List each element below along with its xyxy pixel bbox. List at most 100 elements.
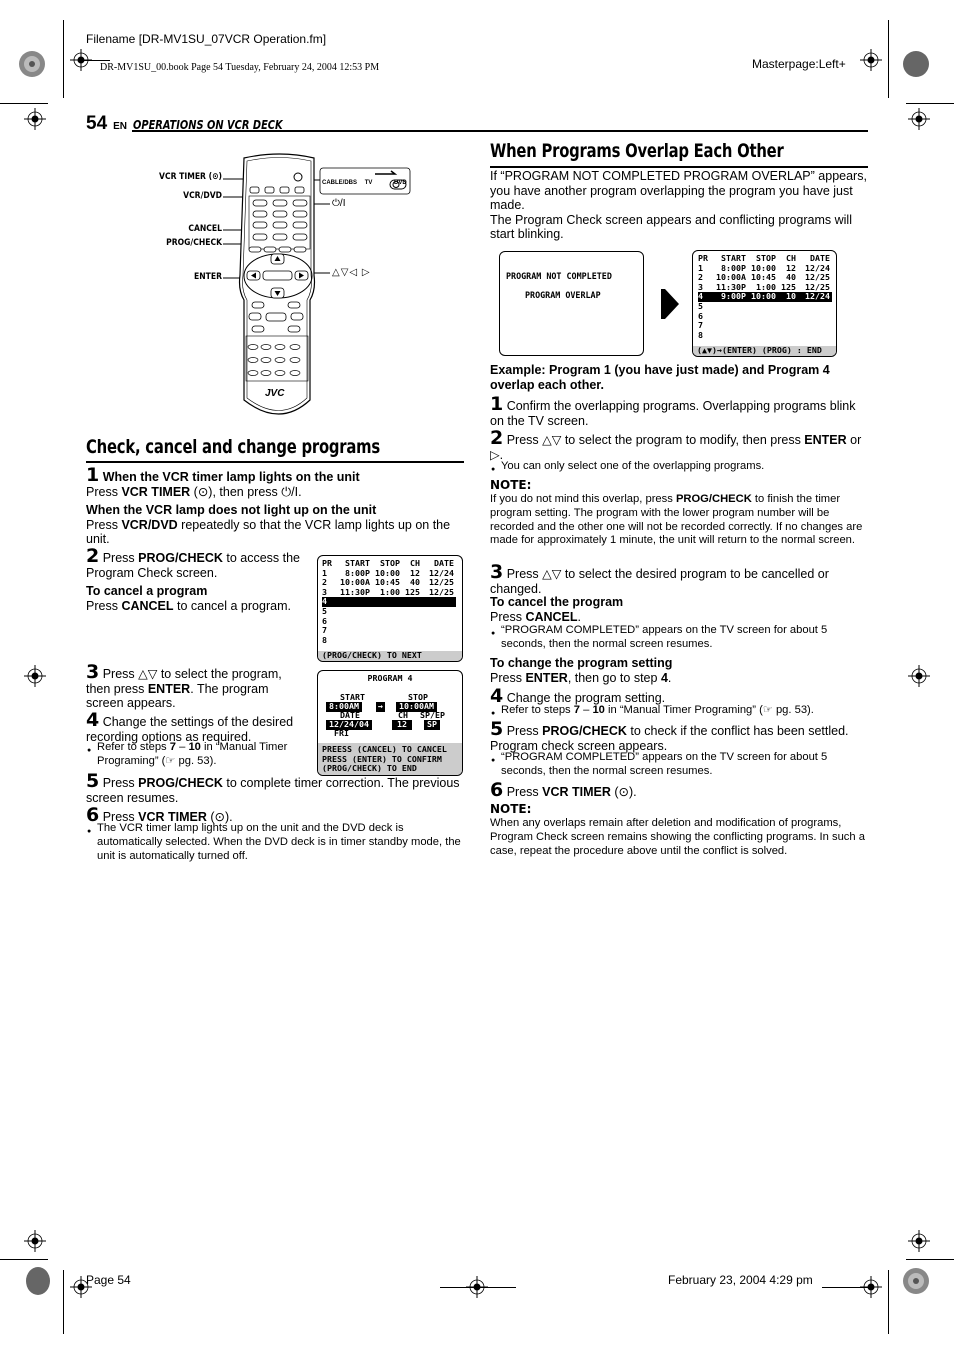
callout-vcr-timer: VCR TIMER (⊙)	[159, 172, 222, 182]
step-number: 4	[86, 709, 100, 731]
crop-mark	[906, 103, 954, 104]
step-number: 5	[86, 770, 100, 792]
right-step-3: 3 Press △▽ to select the desired program…	[490, 561, 829, 596]
jvc-logo: JVC	[265, 388, 285, 399]
table-row: 5	[698, 300, 703, 311]
step-number: 1	[86, 464, 100, 486]
step-number: 6	[490, 779, 504, 801]
table-row: 7	[322, 625, 327, 636]
overlap-line-2: PROGRAM OVERLAP	[525, 289, 601, 300]
right-step-2-bullet: You can only select one of the overlappi…	[491, 460, 869, 477]
step-number: 3	[86, 661, 100, 683]
right-step-4-bullet: Refer to steps 7 – 10 in “Manual Timer P…	[491, 704, 869, 721]
section-rule	[86, 461, 464, 463]
crop-mark	[0, 103, 48, 104]
crop-mark	[888, 20, 889, 98]
left-step-1: 1 When the VCR timer lamp lights on the …	[86, 464, 464, 547]
gray-registration-icon	[903, 51, 929, 77]
overlap-intro: If “PROGRAM NOT COMPLETED PROGRAM OVERLA…	[490, 169, 867, 242]
color-registration-icon	[903, 1268, 929, 1294]
table-row: 4 9:00P 10:00 10 12/24	[698, 291, 832, 302]
filename-label: Filename [DR-MV1SU_07VCR Operation.fm]	[86, 32, 327, 46]
book-info-line: DR-MV1SU_00.book Page 54 Tuesday, Februa…	[100, 62, 380, 73]
screen-footer: (PROG/CHECK) TO NEXT	[318, 651, 462, 661]
example-text: Example: Program 1 (you have just made) …	[490, 363, 830, 392]
step-number: 3	[490, 561, 504, 583]
color-registration-icon	[19, 51, 45, 77]
switch-labels: CABLE/DBS TV DVD	[322, 180, 407, 186]
step-subheading: When the VCR lamp does not light up on t…	[86, 503, 377, 518]
right-step-2: 2 Press △▽ to select the program to modi…	[490, 427, 862, 462]
table-row: 3 11:30P 1:00 125 12/25	[322, 586, 454, 597]
ch-value: 12	[392, 719, 412, 730]
registration-mark-icon	[24, 108, 46, 130]
step-number: 5	[490, 718, 504, 740]
note-label: NOTE:	[490, 478, 532, 492]
note-text: If you do not mind this overlap, press P…	[490, 493, 863, 547]
left-step-5: 5 Press PROG/CHECK to complete timer cor…	[86, 770, 460, 805]
crop-mark	[63, 1270, 64, 1334]
crop-mark	[63, 20, 64, 98]
switch-label-cable: CABLE/DBS	[322, 180, 358, 186]
right-arrow-icon	[661, 289, 679, 319]
header-rule	[132, 130, 868, 132]
overlap-line-1: PROGRAM NOT COMPLETED	[506, 271, 612, 281]
table-row: 8	[322, 634, 327, 645]
table-row: 8	[698, 329, 703, 340]
step-number: 2	[490, 427, 504, 449]
cancel-subheading: To cancel a program	[86, 584, 208, 599]
left-step-2: 2 Press PROG/CHECK to access the Program…	[86, 545, 308, 613]
registration-mark-icon	[908, 1230, 930, 1252]
cancel-program-block: To cancel the program Press CANCEL.	[490, 595, 868, 624]
change-program-block: To change the program setting Press ENTE…	[490, 656, 868, 685]
left-section-title: Check, cancel and change programs	[86, 436, 380, 458]
note-text: When any overlaps remain after deletion …	[490, 817, 865, 857]
registration-mark-icon	[908, 108, 930, 130]
remote-control-icon	[223, 153, 411, 415]
left-step-4: 4 Change the settings of the desired rec…	[86, 709, 294, 744]
crop-mark	[888, 1270, 889, 1334]
table-row: 6	[322, 615, 327, 626]
step-number: 2	[86, 545, 100, 567]
left-step-3: 3 Press △▽ to select the program, then p…	[86, 661, 282, 711]
switch-label-dvd: DVD	[394, 180, 407, 186]
footer-date-label: February 23, 2004 4:29 pm	[668, 1273, 813, 1287]
program-4-screen: PROGRAM 4 START 8:00AM → STOP 10:00AM DA…	[317, 670, 463, 776]
power-icon: ⏻/I	[332, 198, 346, 209]
right-step-5-bullet: “PROGRAM COMPLETED” appears on the TV sc…	[491, 751, 869, 779]
overlap-check-screen: PR START STOP CH DATE 1 8:00P 10:00 12 12/24 2 10:0…	[692, 250, 837, 357]
table-row: 6	[698, 310, 703, 321]
vcr-timer-button-ref: VCR TIMER	[121, 484, 191, 499]
overlap-message-screen: PROGRAM NOT COMPLETED PROGRAM OVERLAP	[499, 251, 644, 356]
right-step-6: 6 Press VCR TIMER (⊙).	[490, 779, 637, 801]
screen-title: PROGRAM 4	[367, 673, 413, 683]
registration-mark-icon	[860, 49, 882, 71]
table-row: 4	[322, 597, 456, 607]
screen-footer: (▲▼)→(ENTER) (PROG) : END	[693, 346, 836, 356]
cancel-subheading: To cancel the program	[490, 595, 624, 609]
speed-value: SP	[424, 719, 440, 730]
screen-footer: PREESS (CANCEL) TO CANCEL PRESS (ENTER) …	[318, 743, 462, 775]
callout-cancel: CANCEL	[188, 224, 222, 234]
left-step-4-bullet: Refer to steps 7 – 10 in “Manual Timer P…	[87, 741, 309, 769]
day-value: FRI	[334, 728, 349, 738]
page-number: 54	[86, 113, 108, 134]
switch-label-tv: TV	[364, 180, 373, 186]
gray-registration-icon	[26, 1267, 50, 1295]
registration-mark-icon	[24, 1230, 46, 1252]
callout-enter: ENTER	[194, 272, 222, 282]
section-rule	[490, 166, 868, 168]
table-row: 5	[322, 605, 327, 616]
registration-mark-icon	[24, 665, 46, 687]
footer-page-label: Page 54	[86, 1273, 131, 1287]
crop-mark	[0, 1259, 48, 1260]
right-step-1: 1 Confirm the overlapping programs. Over…	[490, 393, 856, 428]
vcr-dvd-button-ref: VCR/DVD	[121, 517, 178, 532]
step-number: 1	[490, 393, 504, 415]
right-section-title: When Programs Overlap Each Other	[490, 140, 784, 162]
program-check-screen: PR START STOP CH DATE 1 8:00P 10:00 12 12/24 2 10:0…	[317, 555, 463, 662]
crop-mark	[906, 1259, 954, 1260]
language-tag: EN	[113, 121, 128, 132]
callout-vcr-dvd: VCR/DVD	[183, 191, 222, 201]
right-step-4: 4 Change the program setting.	[490, 685, 666, 707]
